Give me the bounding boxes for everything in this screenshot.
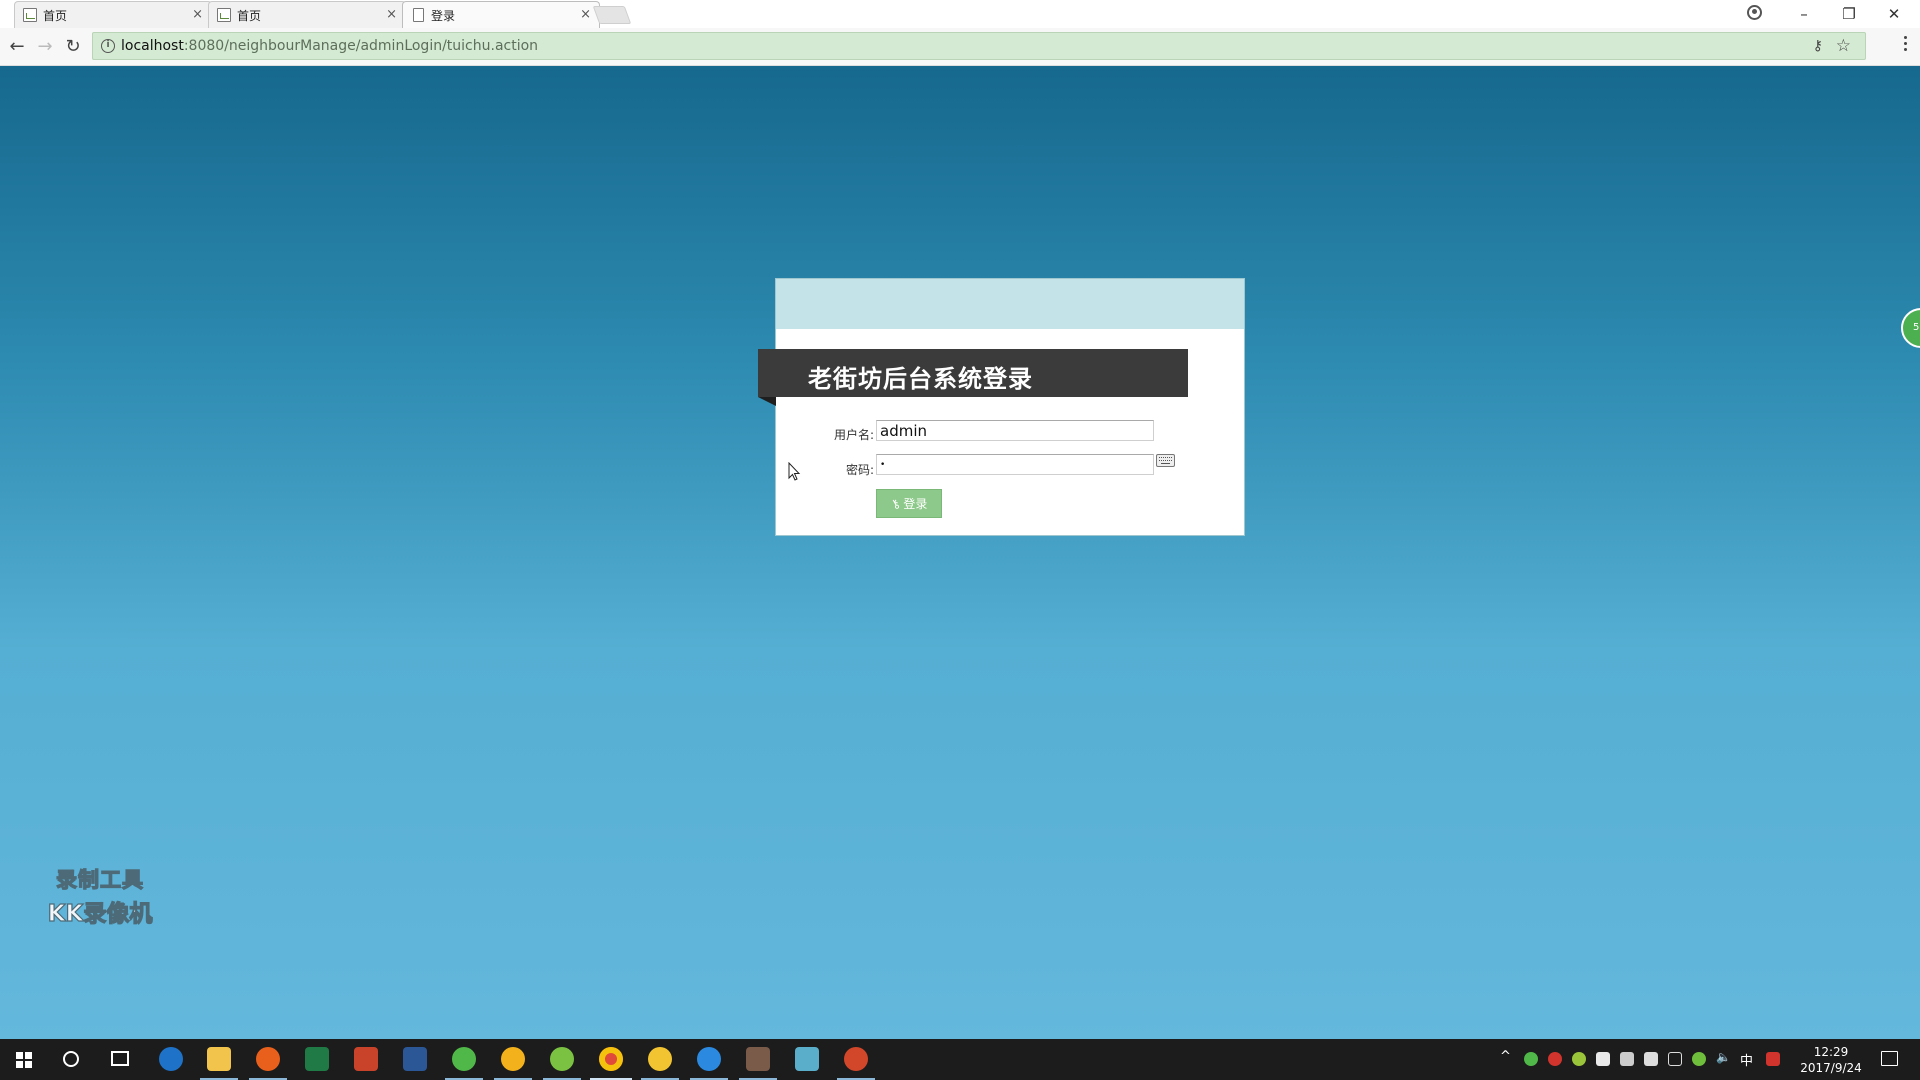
menu-icon[interactable] (1904, 36, 1908, 54)
floating-widget[interactable]: 55 (1901, 308, 1920, 348)
login-button[interactable]: ⚷登录 (876, 489, 942, 518)
clock[interactable]: 12:29 2017/9/24 (1800, 1044, 1862, 1076)
qq-browser-icon[interactable] (501, 1047, 525, 1071)
address-bar[interactable]: i localhost:8080/neighbourManage/adminLo… (92, 32, 1866, 60)
360-browser-icon[interactable] (550, 1047, 574, 1071)
key-icon: ⚷ (887, 495, 903, 513)
username-input[interactable] (876, 420, 1154, 441)
wifi-icon[interactable] (1668, 1052, 1682, 1066)
page-title: 老街坊后台系统登录 (808, 365, 1033, 393)
search-icon[interactable] (63, 1051, 79, 1067)
sogou-ime-icon[interactable] (1766, 1052, 1780, 1066)
notepad-icon[interactable] (795, 1047, 819, 1071)
close-icon[interactable]: × (580, 7, 591, 22)
tab-home-2[interactable]: 首页 × (208, 1, 406, 28)
tab-label: 首页 (43, 9, 68, 23)
tab-label: 登录 (431, 9, 456, 23)
back-arrow-icon[interactable]: ← (4, 34, 30, 60)
windows-start-icon[interactable] (16, 1052, 32, 1068)
password-label: 密码: (845, 463, 874, 477)
edge-icon[interactable] (159, 1047, 183, 1071)
watermark-line-1: 录制工具 (55, 867, 144, 892)
recorder-watermark: 录制工具 KK录像机 (30, 864, 170, 928)
notification-icon[interactable] (1881, 1051, 1898, 1066)
restore-button[interactable]: ❐ (1829, 2, 1869, 26)
star-icon[interactable]: ☆ (1836, 36, 1851, 56)
game-icon[interactable] (844, 1047, 868, 1071)
clock-date: 2017/9/24 (1800, 1061, 1862, 1075)
wechat-icon[interactable] (452, 1047, 476, 1071)
wechat-tray-icon[interactable] (1524, 1052, 1538, 1066)
chevron-up-icon[interactable]: ^ (1500, 1049, 1511, 1064)
url-text[interactable]: localhost:8080/neighbourManage/adminLogi… (121, 38, 538, 54)
watermark-line-2: KK录像机 (47, 900, 153, 927)
usb-tray-icon[interactable] (1596, 1052, 1610, 1066)
login-button-label: 登录 (903, 497, 928, 511)
update-tray-icon[interactable] (1692, 1052, 1706, 1066)
powerpoint-icon[interactable] (354, 1047, 378, 1071)
new-tab-button[interactable] (592, 6, 632, 24)
file-explorer-icon[interactable] (207, 1047, 231, 1071)
page-background: 老街坊后台系统登录 用户名: 密码: ⚷登录 55 录制工具 KK录像机 (0, 66, 1920, 1039)
tab-label: 首页 (237, 9, 262, 23)
close-icon[interactable]: × (192, 7, 203, 22)
chart-icon (217, 8, 231, 22)
profile-icon[interactable] (1747, 5, 1762, 20)
reload-icon[interactable]: ↻ (60, 34, 86, 60)
url-host: localhost (121, 38, 184, 54)
volume-mute-icon[interactable]: 🔈 (1716, 1050, 1731, 1064)
close-window-button[interactable]: ✕ (1874, 2, 1914, 26)
login-panel: 老街坊后台系统登录 用户名: 密码: ⚷登录 (758, 278, 1245, 536)
task-view-icon[interactable] (111, 1051, 129, 1066)
tab-home-1[interactable]: 首页 × (14, 1, 212, 28)
firefox-icon[interactable] (256, 1047, 280, 1071)
tool-icon[interactable] (746, 1047, 770, 1071)
username-label: 用户名: (833, 428, 874, 442)
qq-icon[interactable] (648, 1047, 672, 1071)
browser-toolbar: ← → ↻ i localhost:8080/neighbourManage/a… (0, 28, 1920, 66)
taskbar: ^ 🔈 中 12:29 2017/9/24 (0, 1039, 1920, 1080)
url-path: :8080/neighbourManage/adminLogin/tuichu.… (183, 38, 539, 54)
keyboard-icon[interactable] (1156, 454, 1175, 467)
password-input[interactable] (876, 454, 1154, 475)
chrome-icon[interactable] (599, 1047, 623, 1071)
key-icon[interactable]: ⚷ (1813, 38, 1823, 54)
antivirus-tray-icon[interactable] (1548, 1052, 1562, 1066)
tab-bar: 首页 × 首页 × 登录 × – ❐ ✕ (0, 0, 1920, 28)
thunderbird-icon[interactable] (697, 1047, 721, 1071)
info-icon[interactable]: i (101, 39, 115, 53)
close-icon[interactable]: × (386, 7, 397, 22)
login-header-bar (776, 279, 1244, 329)
ime-indicator[interactable]: 中 (1740, 1050, 1753, 1069)
network-tray-icon[interactable] (1620, 1052, 1634, 1066)
forward-arrow-icon[interactable]: → (32, 34, 58, 60)
title-ribbon: 老街坊后台系统登录 (758, 349, 1188, 406)
battery-icon[interactable] (1644, 1052, 1658, 1066)
security-tray-icon[interactable] (1572, 1052, 1586, 1066)
excel-icon[interactable] (305, 1047, 329, 1071)
page-icon (413, 8, 424, 22)
chart-icon (23, 8, 37, 22)
minimize-button[interactable]: – (1784, 2, 1824, 26)
word-icon[interactable] (403, 1047, 427, 1071)
tab-login[interactable]: 登录 × (402, 1, 600, 28)
clock-time: 12:29 (1813, 1045, 1849, 1059)
